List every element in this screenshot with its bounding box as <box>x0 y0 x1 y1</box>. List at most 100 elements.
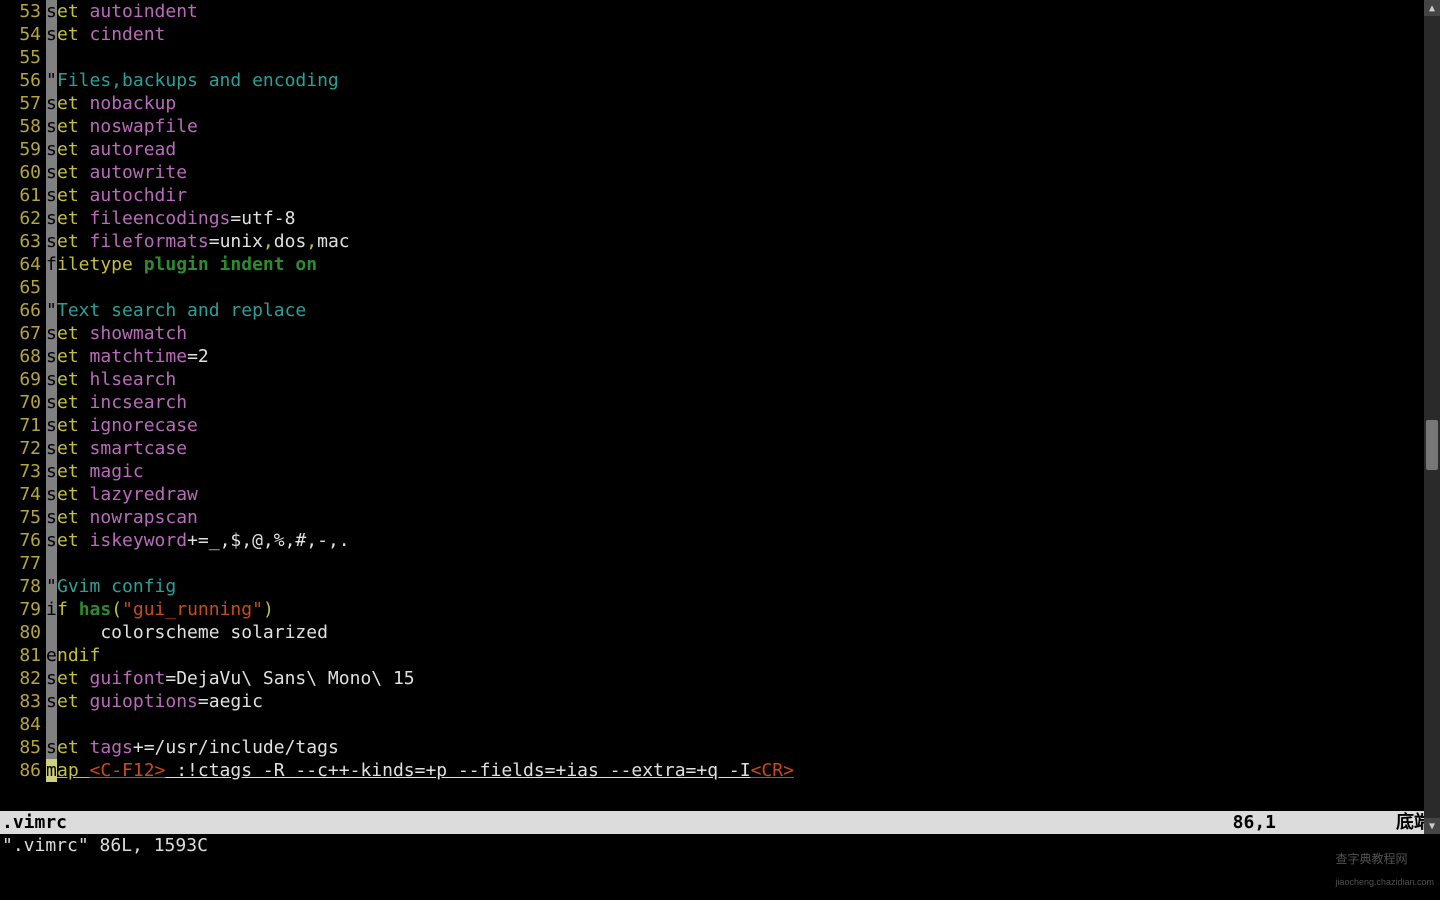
code-line[interactable]: 59set autoread <box>0 138 1440 161</box>
code-line[interactable]: 57set nobackup <box>0 92 1440 115</box>
code-line[interactable]: 84 <box>0 713 1440 736</box>
fold-column <box>46 46 57 69</box>
code-token: magic <box>90 460 144 483</box>
code-line[interactable]: 76set iskeyword+=_,$,@,%,#,-,. <box>0 529 1440 552</box>
fold-column: s <box>46 667 57 690</box>
code-token: =2 <box>187 345 209 368</box>
fold-column <box>46 276 57 299</box>
fold-column: s <box>46 207 57 230</box>
status-line: .vimrc 86,1 底端 <box>0 811 1440 834</box>
code-line[interactable]: 75set nowrapscan <box>0 506 1440 529</box>
fold-column: s <box>46 460 57 483</box>
scrollbar[interactable]: ▲ ▼ <box>1424 0 1440 834</box>
code-token: et <box>57 414 90 437</box>
code-line[interactable]: 68set matchtime=2 <box>0 345 1440 368</box>
line-number: 80 <box>0 621 46 644</box>
code-token: nobackup <box>90 92 177 115</box>
line-number: 57 <box>0 92 46 115</box>
code-token: et <box>57 368 90 391</box>
code-line[interactable]: 67set showmatch <box>0 322 1440 345</box>
code-token: iletype <box>57 253 144 276</box>
code-token: et <box>57 345 90 368</box>
code-line[interactable]: 64filetype plugin indent on <box>0 253 1440 276</box>
line-number: 58 <box>0 115 46 138</box>
line-number: 72 <box>0 437 46 460</box>
code-line[interactable]: 61set autochdir <box>0 184 1440 207</box>
code-token: fileencodings <box>90 207 231 230</box>
code-line[interactable]: 85set tags+=/usr/include/tags <box>0 736 1440 759</box>
fold-column: s <box>46 414 57 437</box>
scroll-down-icon[interactable]: ▼ <box>1424 818 1440 834</box>
scroll-thumb[interactable] <box>1426 420 1438 470</box>
fold-column <box>46 713 57 736</box>
line-number: 68 <box>0 345 46 368</box>
code-line[interactable]: 74set lazyredraw <box>0 483 1440 506</box>
code-line[interactable]: 80 colorscheme solarized <box>0 621 1440 644</box>
line-number: 62 <box>0 207 46 230</box>
line-number: 54 <box>0 23 46 46</box>
line-number: 65 <box>0 276 46 299</box>
code-line[interactable]: 66"Text search and replace <box>0 299 1440 322</box>
code-token: iskeyword <box>90 529 188 552</box>
code-line[interactable]: 55 <box>0 46 1440 69</box>
code-line[interactable]: 77 <box>0 552 1440 575</box>
code-token: autowrite <box>90 161 188 184</box>
code-line[interactable]: 79if has("gui_running") <box>0 598 1440 621</box>
code-line[interactable]: 70set incsearch <box>0 391 1440 414</box>
fold-column: s <box>46 23 57 46</box>
code-token: plugin indent on <box>144 253 317 276</box>
code-line[interactable]: 86map <C-F12> :!ctags -R --c++-kinds=+p … <box>0 759 1440 782</box>
line-number: 56 <box>0 69 46 92</box>
code-token: dos <box>274 230 307 253</box>
code-token: nowrapscan <box>90 506 198 529</box>
code-token: "gui_running" <box>122 598 263 621</box>
fold-column: s <box>46 161 57 184</box>
code-line[interactable]: 72set smartcase <box>0 437 1440 460</box>
code-token: hlsearch <box>90 368 177 391</box>
code-token: tags <box>90 736 133 759</box>
fold-column: s <box>46 529 57 552</box>
code-line[interactable]: 63set fileformats=unix,dos,mac <box>0 230 1440 253</box>
command-line: ".vimrc" 86L, 1593C <box>0 834 1440 857</box>
fold-column: " <box>46 299 57 322</box>
code-line[interactable]: 54set cindent <box>0 23 1440 46</box>
scroll-up-icon[interactable]: ▲ <box>1424 0 1440 16</box>
fold-column: s <box>46 690 57 713</box>
code-token: et <box>57 483 90 506</box>
fold-column: s <box>46 736 57 759</box>
code-line[interactable]: 56"Files,backups and encoding <box>0 69 1440 92</box>
code-token: et <box>57 161 90 184</box>
line-number: 63 <box>0 230 46 253</box>
code-token: cindent <box>90 23 166 46</box>
code-line[interactable]: 62set fileencodings=utf-8 <box>0 207 1440 230</box>
code-line[interactable]: 65 <box>0 276 1440 299</box>
line-number: 71 <box>0 414 46 437</box>
fold-column: s <box>46 437 57 460</box>
code-line[interactable]: 78"Gvim config <box>0 575 1440 598</box>
line-number: 73 <box>0 460 46 483</box>
status-filename: .vimrc <box>0 811 1233 834</box>
editor-viewport[interactable]: 53set autoindent54set cindent55 56"Files… <box>0 0 1440 782</box>
code-token: et <box>57 391 90 414</box>
fold-column: " <box>46 69 57 92</box>
fold-column: s <box>46 506 57 529</box>
code-line[interactable]: 53set autoindent <box>0 0 1440 23</box>
line-number: 81 <box>0 644 46 667</box>
code-line[interactable]: 71set ignorecase <box>0 414 1440 437</box>
code-line[interactable]: 69set hlsearch <box>0 368 1440 391</box>
code-line[interactable]: 81endif <box>0 644 1440 667</box>
code-line[interactable]: 82set guifont=DejaVu\ Sans\ Mono\ 15 <box>0 667 1440 690</box>
line-number: 83 <box>0 690 46 713</box>
line-number: 75 <box>0 506 46 529</box>
code-token: et <box>57 184 90 207</box>
fold-column: i <box>46 598 57 621</box>
code-token: +=/usr/include/tags <box>133 736 339 759</box>
fold-column: e <box>46 644 57 667</box>
code-token: et <box>57 23 90 46</box>
code-line[interactable]: 58set noswapfile <box>0 115 1440 138</box>
code-token: autoread <box>90 138 177 161</box>
code-token: et <box>57 0 90 23</box>
code-line[interactable]: 60set autowrite <box>0 161 1440 184</box>
code-line[interactable]: 73set magic <box>0 460 1440 483</box>
code-line[interactable]: 83set guioptions=aegic <box>0 690 1440 713</box>
